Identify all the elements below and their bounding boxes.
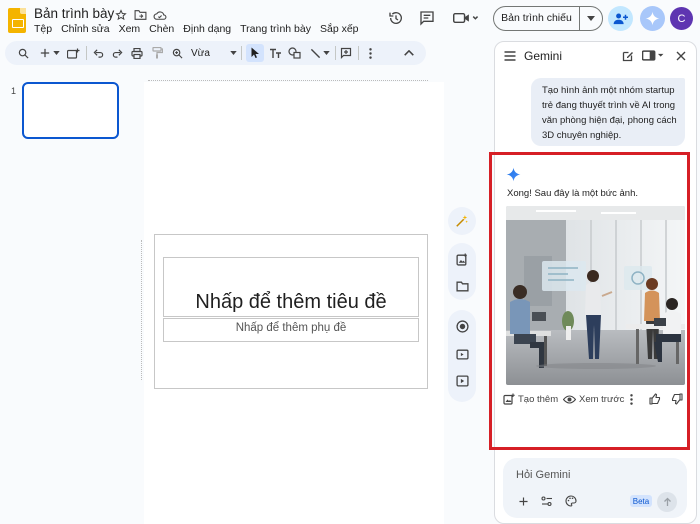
vertical-ruler <box>138 240 142 380</box>
more-options-icon[interactable] <box>627 391 635 407</box>
toolbar: Vừa <box>5 41 426 65</box>
gemini-button[interactable] <box>640 6 665 31</box>
record-tools-rail <box>448 310 476 402</box>
gemini-reply-text: Xong! Sau đây là một bức ảnh. <box>507 188 638 199</box>
help-me-create-rail <box>448 207 476 235</box>
more-options-icon[interactable] <box>362 45 378 61</box>
thumbs-down-icon[interactable] <box>670 391 684 407</box>
subtitle-placeholder[interactable]: Nhấp để thêm phụ đề <box>163 322 419 334</box>
new-chat-icon[interactable] <box>620 48 635 63</box>
comment-icon[interactable] <box>416 7 438 29</box>
magic-wand-icon[interactable] <box>454 213 470 229</box>
toolbar-divider <box>335 46 336 60</box>
horizontal-ruler <box>148 77 428 81</box>
thumbs-up-icon[interactable] <box>648 391 662 407</box>
share-button[interactable] <box>608 6 633 31</box>
menu-slide[interactable]: Trang trình bày <box>240 23 311 35</box>
slide-number: 1 <box>11 86 17 96</box>
history-icon[interactable] <box>385 7 407 29</box>
paint-format-icon[interactable] <box>149 45 165 61</box>
slides-logo[interactable] <box>8 8 26 33</box>
search-menus-icon[interactable] <box>15 45 31 61</box>
tools-icon[interactable] <box>540 494 554 508</box>
record-icon[interactable] <box>454 318 470 334</box>
close-icon[interactable] <box>673 48 688 63</box>
beta-badge: Beta <box>630 495 652 507</box>
image-shape-icon[interactable] <box>286 45 302 61</box>
menu-edit[interactable]: Chỉnh sửa <box>61 23 109 35</box>
add-comment-icon[interactable] <box>338 45 354 61</box>
menu-bar: Tệp Chỉnh sửa Xem Chèn Định dạng Trang t… <box>34 23 359 35</box>
toolbar-divider <box>241 46 242 60</box>
slide-thumbnail[interactable] <box>22 82 119 139</box>
insert-slide-icon[interactable] <box>65 45 81 61</box>
preview-label: Xem trước <box>579 393 625 405</box>
zoom-select[interactable]: Vừa <box>191 45 237 61</box>
generated-image[interactable] <box>506 206 685 385</box>
insert-tools-rail <box>448 243 476 300</box>
undo-icon[interactable] <box>90 45 106 61</box>
add-icon[interactable] <box>516 494 530 508</box>
document-title[interactable]: Bản trình bày <box>34 6 114 21</box>
meet-icon[interactable] <box>451 7 481 29</box>
preview-button[interactable]: Xem trước <box>563 391 624 407</box>
send-arrow-icon <box>663 497 671 506</box>
collapse-toolbar-icon[interactable] <box>401 45 417 61</box>
menu-view[interactable]: Xem <box>119 23 141 35</box>
toolbar-divider <box>86 46 87 60</box>
menu-insert[interactable]: Chèn <box>149 23 174 35</box>
zoom-dropdown-icon <box>230 51 237 55</box>
line-dropdown-icon[interactable] <box>321 45 331 61</box>
star-icon[interactable] <box>114 8 128 22</box>
zoom-value: Vừa <box>191 47 210 59</box>
cloud-saved-icon[interactable] <box>153 8 167 22</box>
hamburger-menu-icon[interactable] <box>503 49 517 63</box>
gemini-panel-title: Gemini <box>524 49 563 63</box>
create-more-icon <box>503 393 515 405</box>
create-more-label: Tạo thêm <box>518 393 559 405</box>
present-dropdown-icon[interactable] <box>580 16 602 21</box>
zoom-icon[interactable] <box>169 45 185 61</box>
insert-image-icon[interactable] <box>454 251 470 267</box>
video-icon[interactable] <box>454 346 470 362</box>
move-to-folder-icon[interactable] <box>133 8 147 22</box>
create-more-button[interactable]: Tạo thêm <box>503 391 558 407</box>
print-icon[interactable] <box>129 45 145 61</box>
new-slide-dropdown-icon[interactable] <box>51 45 61 61</box>
user-message: Tạo hình ảnh một nhóm startup trẻ đang t… <box>531 78 685 146</box>
palette-icon[interactable] <box>564 494 578 508</box>
select-tool[interactable] <box>246 44 264 62</box>
redo-icon[interactable] <box>109 45 125 61</box>
folder-icon[interactable] <box>454 278 470 294</box>
eye-icon <box>563 394 576 404</box>
present-button-label[interactable]: Bản trình chiếu <box>494 7 580 30</box>
menu-arrange[interactable]: Sắp xếp <box>320 23 359 35</box>
text-box-icon[interactable] <box>267 45 283 61</box>
menu-file[interactable]: Tệp <box>34 23 52 35</box>
gemini-spark-icon <box>505 166 521 182</box>
send-button[interactable] <box>657 492 677 512</box>
toolbar-divider <box>358 46 359 60</box>
title-placeholder[interactable]: Nhấp để thêm tiêu đề <box>163 291 419 314</box>
slideshow-icon[interactable] <box>454 373 470 389</box>
present-button[interactable]: Bản trình chiếu <box>493 6 603 31</box>
gemini-prompt-input[interactable]: Hỏi Gemini <box>516 469 570 481</box>
panel-layout-icon[interactable] <box>641 48 665 63</box>
menu-format[interactable]: Định dạng <box>183 23 231 35</box>
avatar[interactable]: C <box>670 7 693 30</box>
